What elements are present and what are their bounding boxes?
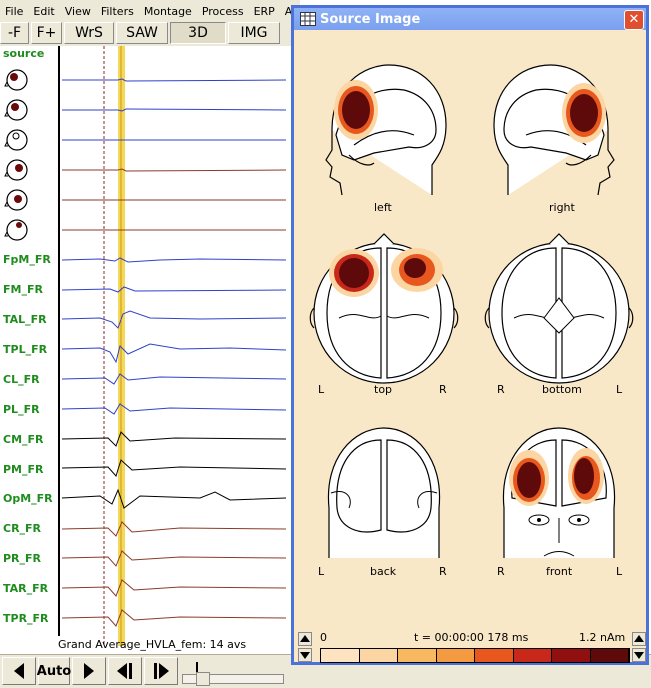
brain-view-bottom (484, 233, 634, 384)
brain-view-back (327, 427, 441, 558)
img-button[interactable]: IMG (228, 22, 280, 44)
color-scale-swatch (436, 649, 475, 662)
color-scale-swatch (552, 649, 591, 662)
auto-button[interactable]: Auto (37, 657, 71, 685)
orient-label-R: R (497, 565, 505, 578)
view-label-front: front (546, 565, 573, 578)
menu-filters[interactable]: Filters (96, 5, 139, 18)
color-scale-swatch (359, 649, 398, 662)
close-icon[interactable]: ✕ (624, 10, 644, 30)
color-scale-swatch (321, 649, 360, 662)
view-label-bottom: bottom (542, 383, 582, 396)
scale-max: 1.2 nAm (579, 631, 626, 644)
brain-view-front (502, 427, 616, 558)
orient-label-L: L (318, 565, 325, 578)
scroll-up-icon[interactable] (298, 632, 312, 646)
saw-button[interactable]: SAW (116, 22, 168, 44)
increase-filter-button[interactable]: F+ (31, 22, 62, 44)
source-image-window: Source Image ✕ left right L top R R bott… (291, 5, 649, 665)
wrs-button[interactable]: WrS (64, 22, 114, 44)
brain-view-right (493, 64, 615, 196)
view-label-top: top (374, 383, 393, 396)
window-title: Source Image (320, 11, 421, 27)
view-label-left: left (374, 201, 392, 214)
next-page-icon[interactable] (72, 657, 106, 685)
view-label-back: back (370, 565, 397, 578)
window-titlebar[interactable]: Source Image ✕ (294, 8, 646, 30)
color-scale (320, 648, 630, 663)
scroll-down-icon[interactable] (298, 648, 312, 662)
color-scale-swatch (513, 649, 552, 662)
color-scale-swatch (475, 649, 514, 662)
menu-edit[interactable]: Edit (28, 5, 59, 18)
scroll-down-icon[interactable] (632, 648, 646, 662)
orient-label-L: L (318, 383, 325, 396)
menu-erp[interactable]: ERP (249, 5, 280, 18)
orient-label-R: R (497, 383, 505, 396)
window-grid-icon (300, 12, 316, 26)
scroll-up-icon[interactable] (632, 632, 646, 646)
brain-view-top (309, 233, 459, 384)
waveform-panel[interactable]: source FpM_FR FM_FR TAL_FR TPL_FR CL_FR … (0, 46, 300, 654)
view-label-right: right (549, 201, 575, 214)
step-back-icon[interactable] (108, 657, 142, 685)
step-forward-icon[interactable] (144, 657, 178, 685)
menu-montage[interactable]: Montage (139, 5, 197, 18)
decrease-filter-button[interactable]: -F (0, 22, 29, 44)
menu-process[interactable]: Process (197, 5, 249, 18)
time-readout: t = 00:00:00 178 ms (414, 631, 529, 644)
brain-view-left (325, 64, 447, 196)
scale-min: 0 (320, 631, 327, 644)
orient-label-R: R (439, 565, 447, 578)
brain-views (309, 64, 634, 558)
previous-page-icon[interactable] (2, 657, 36, 685)
average-caption: Grand Average_HVLA_fem: 14 avs (58, 638, 247, 651)
orient-label-L: L (616, 565, 623, 578)
menu-bar: File Edit View Filters Montage Process E… (0, 0, 300, 23)
menu-view[interactable]: View (60, 5, 96, 18)
color-scale-swatch (398, 649, 437, 662)
3d-button[interactable]: 3D (170, 22, 226, 44)
toolbar: -F F+ WrS SAW 3D IMG (0, 22, 300, 46)
orient-label-L: L (616, 383, 623, 396)
orient-label-R: R (439, 383, 447, 396)
time-slider[interactable] (182, 659, 287, 686)
color-scale-swatch (590, 649, 629, 662)
menu-file[interactable]: File (0, 5, 28, 18)
waveform-traces (58, 46, 287, 646)
